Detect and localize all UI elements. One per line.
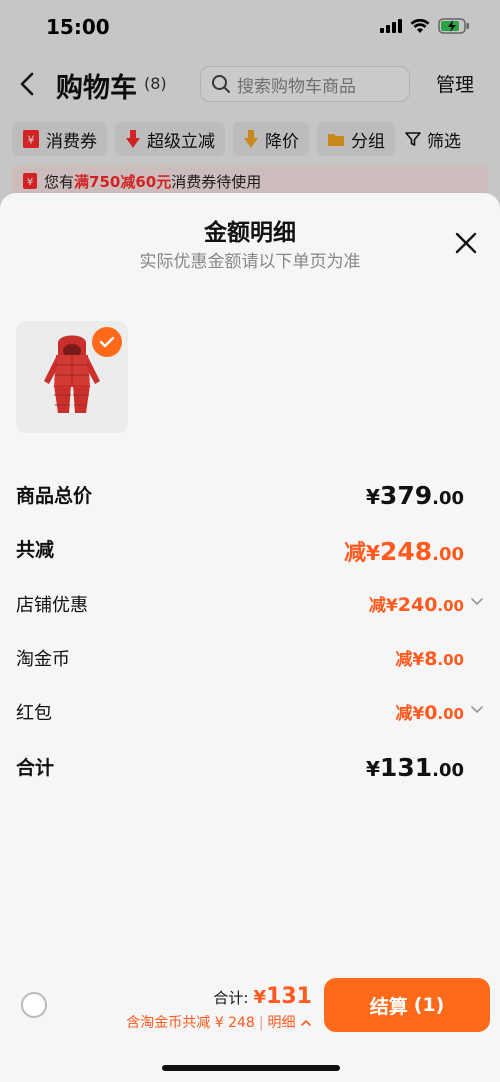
currency-symbol: ¥ [412,650,425,670]
total-label: 合计: [213,989,249,1007]
row-value: 减¥8.00 [395,645,464,670]
row-label: 共减 [16,539,55,561]
row-label: 淘金币 [16,649,70,670]
currency-symbol: ¥ [366,485,380,509]
amount-decimal: .00 [437,705,464,723]
row-value: ¥131.00 [366,753,464,782]
row-value: 减¥248.00 [344,535,464,567]
close-button[interactable] [452,229,480,257]
home-indicator [162,1065,340,1071]
row-label: 店铺优惠 [16,595,88,616]
checkout-count: (1) [413,994,445,1016]
amount-detail-sheet: 金额明细 实际优惠金额请以下单页为准 商品总价 ¥379.00 共减 减¥248… [0,193,500,1082]
row-subtotal: 商品总价 ¥379.00 [16,481,484,511]
sheet-subtitle: 实际优惠金额请以下单页为准 [139,252,361,272]
chevron-down-icon[interactable] [470,703,484,717]
row-red-packet[interactable]: 红包 减¥0.00 [16,699,484,729]
amount-decimal: .00 [432,488,464,509]
close-icon [455,232,477,254]
row-label: 合计 [16,757,55,779]
sheet-title: 金额明细 [204,220,296,246]
product-thumbnail[interactable] [16,321,128,433]
divider: | [258,1015,264,1031]
row-taojinbi: 淘金币 减¥8.00 [16,645,484,675]
checkout-button[interactable]: 结算 (1) [324,978,490,1032]
row-label: 商品总价 [16,485,93,507]
checkout-total: 合计: ¥131 [213,984,312,1009]
row-value: 减¥0.00 [395,699,464,724]
discount-prefix: 减 [395,704,413,724]
chevron-down-icon[interactable] [470,595,484,609]
discount-prefix: 减 [343,541,366,566]
currency-symbol: ¥ [366,541,380,565]
discount-prefix: 减 [368,596,386,616]
selected-check-badge[interactable] [92,327,122,357]
total-currency: ¥ [253,987,267,1008]
amount-integer: 8 [424,648,438,670]
row-label: 红包 [16,703,52,724]
amount-integer: 240 [397,594,438,616]
amount-integer: 248 [379,537,433,566]
amount-decimal: .00 [432,760,464,781]
discount-summary[interactable]: 含淘金币共减 ¥ 248 | 明细 [126,1012,312,1032]
amount-integer: 0 [424,702,438,724]
amount-decimal: .00 [432,544,464,565]
row-value: ¥379.00 [366,481,464,510]
amount-decimal: .00 [437,597,464,615]
row-store-discount[interactable]: 店铺优惠 减¥240.00 [16,591,484,621]
total-amount: 131 [266,984,312,1009]
row-grand-total: 合计 ¥131.00 [16,753,484,783]
chevron-up-icon[interactable] [300,1018,312,1028]
currency-symbol: ¥ [366,757,380,781]
checkout-label: 结算 [369,995,408,1018]
select-all-checkbox[interactable] [21,992,47,1018]
discount-text: 含淘金币共减 ¥ 248 [126,1015,255,1031]
checkmark-icon [99,336,115,348]
discount-prefix: 减 [395,650,413,670]
amount-integer: 379 [379,481,433,510]
amount-integer: 131 [379,753,433,782]
currency-symbol: ¥ [412,704,425,724]
row-total-discount: 共减 减¥248.00 [16,535,484,567]
details-toggle[interactable]: 明细 [268,1015,296,1031]
currency-symbol: ¥ [385,596,398,616]
amount-decimal: .00 [437,651,464,669]
row-value: 减¥240.00 [369,591,464,616]
